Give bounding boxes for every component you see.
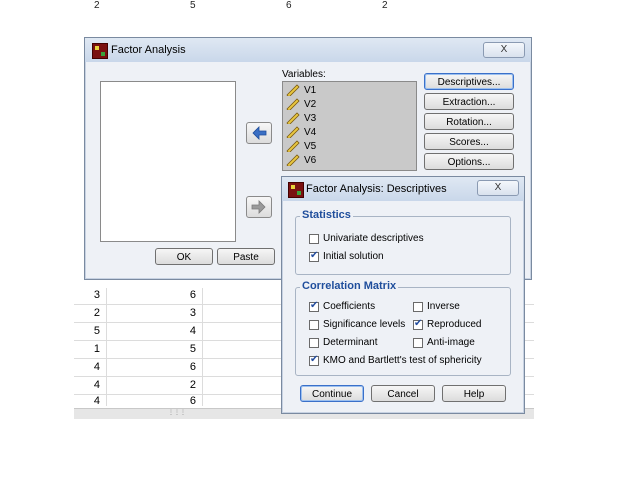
table-cell: 2 — [189, 379, 196, 391]
reproduced-checkbox[interactable] — [413, 318, 423, 330]
coefficients-checkbox[interactable] — [309, 300, 319, 312]
sheet-top-cell: 2 — [382, 0, 388, 8]
scale-variable-icon — [286, 112, 300, 124]
spss-app-icon — [288, 182, 304, 198]
scale-variable-icon — [286, 126, 300, 138]
arrow-right-icon — [251, 200, 266, 214]
univariate-descriptives-checkbox[interactable] — [309, 234, 319, 244]
determinant-checkbox[interactable] — [309, 338, 319, 348]
checkbox-label: KMO and Bartlett's test of sphericity — [323, 355, 482, 366]
descriptives-button[interactable]: Descriptives... — [424, 73, 514, 90]
title-bar: Factor Analysis X — [85, 38, 531, 62]
checkbox-label: Coefficients — [323, 301, 376, 312]
dialog-title: Factor Analysis: Descriptives — [306, 183, 447, 195]
kmo-bartlett-checkbox[interactable] — [309, 354, 319, 366]
options-button[interactable]: Options... — [424, 153, 514, 170]
variables-list[interactable]: V1 V2 V3 V4 V5 V6 — [282, 81, 417, 171]
descriptives-dialog: Factor Analysis: Descriptives X Statisti… — [281, 176, 525, 414]
variables-label: Variables: — [282, 69, 326, 80]
arrow-left-icon — [252, 126, 267, 140]
variable-name: V4 — [304, 127, 317, 138]
sheet-top-cell: 2 — [94, 0, 100, 8]
help-button[interactable]: Help — [442, 385, 506, 402]
table-cell: 3 — [93, 289, 100, 301]
dialog-title: Factor Analysis — [111, 44, 186, 56]
continue-button[interactable]: Continue — [300, 385, 364, 402]
close-button[interactable]: X — [483, 42, 525, 58]
statistics-group-title: Statistics — [300, 209, 353, 221]
scores-button[interactable]: Scores... — [424, 133, 514, 150]
paste-button[interactable]: Paste — [217, 248, 275, 265]
move-right-button[interactable] — [246, 122, 272, 144]
variable-name: V1 — [304, 85, 317, 96]
scale-variable-icon — [286, 154, 300, 166]
significance-levels-checkbox[interactable] — [309, 320, 319, 330]
correlation-matrix-group-title: Correlation Matrix — [300, 280, 399, 292]
scale-variable-icon — [286, 140, 300, 152]
title-bar: Factor Analysis: Descriptives X — [282, 177, 524, 201]
table-cell: 4 — [93, 361, 100, 373]
table-cell: 6 — [189, 289, 196, 301]
table-cell: 1 — [93, 343, 100, 355]
cancel-button[interactable]: Cancel — [371, 385, 435, 402]
anti-image-checkbox[interactable] — [413, 338, 423, 348]
close-button[interactable]: X — [477, 180, 519, 196]
variable-name: V6 — [304, 155, 317, 166]
checkbox-label: Anti-image — [427, 337, 475, 348]
checkbox-label: Inverse — [427, 301, 460, 312]
spss-app-icon — [92, 43, 108, 59]
extraction-button[interactable]: Extraction... — [424, 93, 514, 110]
ok-button[interactable]: OK — [155, 248, 213, 265]
checkbox-label: Initial solution — [323, 251, 384, 262]
checkbox-label: Reproduced — [427, 319, 482, 330]
table-cell: 6 — [189, 395, 196, 407]
scrollbar-grip-icon[interactable]: ⋮⋮⋮ — [166, 410, 188, 417]
table-cell: 5 — [93, 325, 100, 337]
checkbox-label: Univariate descriptives — [323, 233, 424, 244]
move-arrow-button[interactable] — [246, 196, 272, 218]
sheet-top-cell: 6 — [286, 0, 292, 8]
checkbox-label: Determinant — [323, 337, 378, 348]
inverse-checkbox[interactable] — [413, 302, 423, 312]
table-cell: 4 — [93, 379, 100, 391]
table-cell: 4 — [93, 395, 100, 407]
table-cell: 4 — [189, 325, 196, 337]
table-cell: 6 — [189, 361, 196, 373]
table-cell: 2 — [93, 307, 100, 319]
variable-name: V5 — [304, 141, 317, 152]
sheet-top-cell: 5 — [190, 0, 196, 8]
rotation-button[interactable]: Rotation... — [424, 113, 514, 130]
scale-variable-icon — [286, 84, 300, 96]
table-cell: 5 — [189, 343, 196, 355]
statistics-group — [295, 216, 511, 275]
variable-name: V2 — [304, 99, 317, 110]
scale-variable-icon — [286, 98, 300, 110]
initial-solution-checkbox[interactable] — [309, 250, 319, 262]
source-variable-list[interactable] — [100, 81, 236, 242]
variable-name: V3 — [304, 113, 317, 124]
checkbox-label: Significance levels — [323, 319, 406, 330]
table-cell: 3 — [189, 307, 196, 319]
